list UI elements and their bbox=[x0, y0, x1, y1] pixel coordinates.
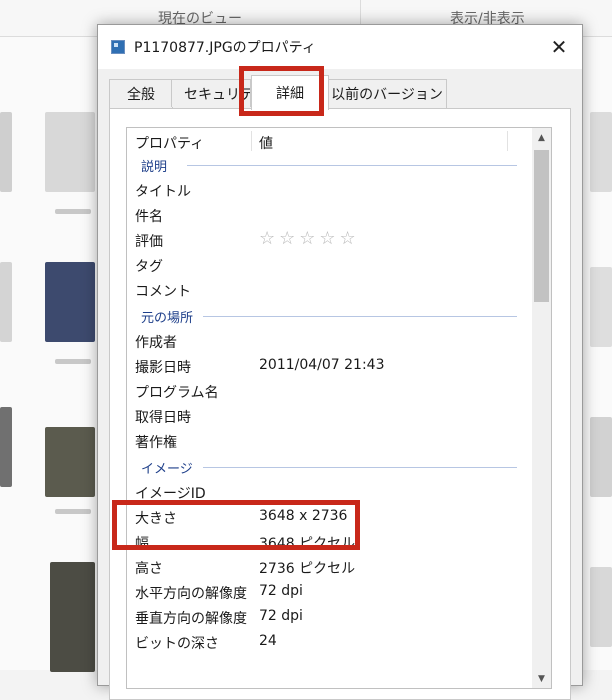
property-name: コメント bbox=[135, 284, 191, 300]
property-row-tags[interactable]: タグ bbox=[127, 253, 531, 278]
rating-stars[interactable]: ☆☆☆☆☆ bbox=[259, 228, 360, 249]
property-row-horizontal-resolution[interactable]: 水平方向の解像度 72 dpi bbox=[127, 580, 531, 605]
file-thumbnail[interactable] bbox=[590, 267, 612, 347]
file-caption bbox=[55, 509, 91, 514]
file-thumbnail[interactable] bbox=[45, 427, 95, 497]
highlight-details-tab bbox=[239, 66, 324, 116]
scrollbar-thumb[interactable] bbox=[534, 150, 549, 302]
close-button[interactable]: ✕ bbox=[536, 25, 582, 69]
property-row-copyright[interactable]: 著作権 bbox=[127, 429, 531, 454]
property-name: 取得日時 bbox=[135, 410, 191, 426]
dialog-titlebar[interactable]: P1170877.JPGのプロパティ ✕ bbox=[98, 25, 582, 69]
group-divider bbox=[203, 316, 517, 317]
group-divider bbox=[203, 467, 517, 468]
file-thumbnail[interactable] bbox=[590, 567, 612, 647]
details-panel: プロパティ 値 説明 タイトル 件名 評価 ☆☆☆☆☆ タグ コメント 元の場所… bbox=[109, 108, 571, 700]
property-name: タイトル bbox=[135, 184, 191, 200]
properties-dialog: P1170877.JPGのプロパティ ✕ 全般 セキュリティ 詳細 以前のバージ… bbox=[97, 24, 583, 700]
property-name: 作成者 bbox=[135, 335, 177, 351]
property-name: 件名 bbox=[135, 209, 163, 225]
property-row-bit-depth[interactable]: ビットの深さ 24 bbox=[127, 630, 531, 655]
group-label: 説明 bbox=[141, 156, 172, 175]
vertical-scrollbar[interactable]: ▲ ▼ bbox=[532, 128, 551, 688]
property-name: 水平方向の解像度 bbox=[135, 586, 247, 602]
property-row-date-taken[interactable]: 撮影日時 2011/04/07 21:43 bbox=[127, 354, 531, 379]
tab-previous-versions[interactable]: 以前のバージョン bbox=[327, 79, 447, 108]
group-label: イメージ bbox=[141, 458, 197, 477]
property-row-program[interactable]: プログラム名 bbox=[127, 379, 531, 404]
property-name: ビットの深さ bbox=[135, 636, 219, 652]
property-name: 垂直方向の解像度 bbox=[135, 611, 247, 627]
file-thumbnail[interactable] bbox=[590, 112, 612, 192]
property-row-title[interactable]: タイトル bbox=[127, 178, 531, 203]
list-header: プロパティ 値 bbox=[127, 128, 531, 154]
dialog-title: P1170877.JPGのプロパティ bbox=[134, 40, 316, 56]
file-thumbnail[interactable] bbox=[50, 562, 95, 672]
property-list[interactable]: プロパティ 値 説明 タイトル 件名 評価 ☆☆☆☆☆ タグ コメント 元の場所… bbox=[126, 127, 552, 689]
column-divider[interactable] bbox=[251, 131, 252, 151]
group-divider bbox=[187, 165, 517, 166]
group-heading-origin: 元の場所 bbox=[127, 305, 531, 330]
scroll-down-arrow-icon[interactable]: ▼ bbox=[532, 669, 551, 688]
group-label: 元の場所 bbox=[141, 307, 198, 326]
property-name: 評価 bbox=[135, 234, 163, 250]
image-file-icon bbox=[111, 40, 125, 54]
file-thumbnail[interactable] bbox=[0, 262, 12, 342]
group-heading-image: イメージ bbox=[127, 456, 531, 481]
property-row-rating[interactable]: 評価 ☆☆☆☆☆ bbox=[127, 228, 531, 253]
highlight-dimensions-row bbox=[112, 500, 360, 550]
tab-general[interactable]: 全般 bbox=[109, 79, 173, 108]
file-caption bbox=[55, 209, 91, 214]
column-header-value[interactable]: 値 bbox=[259, 133, 273, 153]
column-divider[interactable] bbox=[507, 131, 508, 151]
column-header-property[interactable]: プロパティ bbox=[135, 133, 204, 153]
property-value[interactable]: 72 dpi bbox=[259, 608, 303, 624]
file-thumbnail[interactable] bbox=[45, 112, 95, 192]
file-caption bbox=[55, 359, 91, 364]
property-row-date-acquired[interactable]: 取得日時 bbox=[127, 404, 531, 429]
file-thumbnail[interactable] bbox=[590, 417, 612, 497]
property-row-comment[interactable]: コメント bbox=[127, 278, 531, 303]
property-name: 著作権 bbox=[135, 435, 177, 451]
property-name: 高さ bbox=[135, 561, 163, 577]
file-thumbnail[interactable] bbox=[0, 407, 12, 487]
property-value[interactable]: 2736 ピクセル bbox=[259, 558, 355, 578]
group-heading-description: 説明 bbox=[127, 154, 531, 179]
property-row-height[interactable]: 高さ 2736 ピクセル bbox=[127, 555, 531, 580]
file-thumbnail[interactable] bbox=[0, 112, 12, 192]
property-name: プログラム名 bbox=[135, 385, 219, 401]
property-name: 撮影日時 bbox=[135, 360, 191, 376]
scroll-up-arrow-icon[interactable]: ▲ bbox=[532, 128, 551, 147]
file-thumbnail[interactable] bbox=[45, 262, 95, 342]
property-value[interactable]: 72 dpi bbox=[259, 583, 303, 599]
property-row-author[interactable]: 作成者 bbox=[127, 329, 531, 354]
property-name: タグ bbox=[135, 259, 163, 275]
property-value[interactable]: 2011/04/07 21:43 bbox=[259, 357, 385, 373]
property-row-vertical-resolution[interactable]: 垂直方向の解像度 72 dpi bbox=[127, 605, 531, 630]
property-value[interactable]: 24 bbox=[259, 633, 277, 649]
property-row-subject[interactable]: 件名 bbox=[127, 203, 531, 228]
